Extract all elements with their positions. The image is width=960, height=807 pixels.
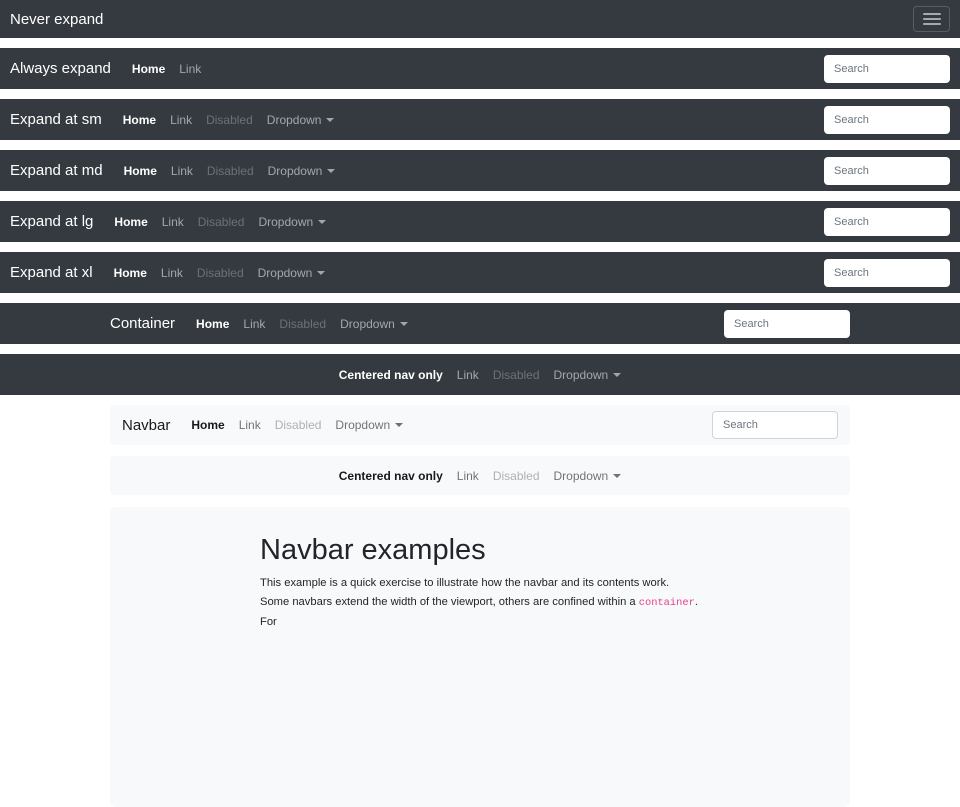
nav-link-home[interactable]: Home <box>117 164 164 178</box>
brand-never-expand[interactable]: Never expand <box>10 11 103 28</box>
brand-expand-xl[interactable]: Expand at xl <box>10 264 93 281</box>
navbar-light: Navbar Home Link Disabled Dropdown <box>110 405 850 445</box>
search-input[interactable] <box>824 157 950 185</box>
brand-navbar[interactable]: Navbar <box>122 417 170 434</box>
nav-link-dropdown[interactable]: Dropdown <box>251 266 333 280</box>
hamburger-icon <box>923 13 941 15</box>
nav-link-link[interactable]: Link <box>236 317 272 331</box>
navbar-expand-xl: Expand at xl Home Link Disabled Dropdown <box>0 252 960 293</box>
nav-link-disabled: Disabled <box>199 113 260 127</box>
nav-links: Home Link Disabled Dropdown <box>116 113 342 127</box>
search-input[interactable] <box>824 106 950 134</box>
nav-links: Centered nav only Link Disabled Dropdown <box>332 368 628 382</box>
caret-down-icon <box>327 169 335 173</box>
search-input[interactable] <box>824 208 950 236</box>
nav-link-dropdown[interactable]: Dropdown <box>260 113 342 127</box>
nav-link-centered-nav-only[interactable]: Centered nav only <box>332 368 450 382</box>
nav-link-home[interactable]: Home <box>107 215 154 229</box>
nav-link-link[interactable]: Link <box>164 164 200 178</box>
nav-link-link[interactable]: Link <box>155 215 191 229</box>
brand-container[interactable]: Container <box>110 315 175 332</box>
nav-links: Centered nav only Link Disabled Dropdown <box>332 469 628 483</box>
nav-link-link[interactable]: Link <box>163 113 199 127</box>
nav-links: Home Link Disabled Dropdown <box>107 266 333 280</box>
nav-link-home[interactable]: Home <box>107 266 154 280</box>
nav-links: Home Link <box>125 62 208 76</box>
nav-link-dropdown[interactable]: Dropdown <box>547 469 629 483</box>
nav-link-home[interactable]: Home <box>189 317 236 331</box>
intro-paragraph: This example is a quick exercise to illu… <box>260 574 700 632</box>
nav-link-dropdown[interactable]: Dropdown <box>328 418 410 432</box>
navbar-centered-dark: Centered nav only Link Disabled Dropdown <box>0 354 960 395</box>
brand-expand-lg[interactable]: Expand at lg <box>10 213 93 230</box>
nav-link-disabled: Disabled <box>272 317 333 331</box>
nav-link-link[interactable]: Link <box>450 469 486 483</box>
inline-code-container: container <box>639 597 695 609</box>
jumbotron-content: Navbar examples This example is a quick … <box>260 533 700 632</box>
caret-down-icon <box>400 322 408 326</box>
brand-expand-sm[interactable]: Expand at sm <box>10 111 102 128</box>
hamburger-icon <box>923 18 941 20</box>
nav-link-disabled: Disabled <box>190 266 251 280</box>
search-input[interactable] <box>724 310 850 338</box>
caret-down-icon <box>613 474 621 478</box>
nav-link-disabled: Disabled <box>200 164 261 178</box>
navbar-container: Container Home Link Disabled Dropdown <box>0 303 960 344</box>
caret-down-icon <box>326 118 334 122</box>
nav-link-disabled: Disabled <box>486 469 547 483</box>
caret-down-icon <box>395 423 403 427</box>
navbar-always-expand: Always expand Home Link <box>0 48 960 89</box>
navbar-toggler-button[interactable] <box>913 6 950 32</box>
nav-links: Home Link Disabled Dropdown <box>117 164 343 178</box>
nav-link-dropdown[interactable]: Dropdown <box>261 164 343 178</box>
nav-link-home[interactable]: Home <box>184 418 231 432</box>
navbar-expand-sm: Expand at sm Home Link Disabled Dropdown <box>0 99 960 140</box>
nav-link-link[interactable]: Link <box>154 266 190 280</box>
nav-links: Home Link Disabled Dropdown <box>184 418 410 432</box>
navbar-expand-lg: Expand at lg Home Link Disabled Dropdown <box>0 201 960 242</box>
nav-links: Home Link Disabled Dropdown <box>107 215 333 229</box>
nav-link-link[interactable]: Link <box>232 418 268 432</box>
nav-link-disabled: Disabled <box>191 215 252 229</box>
caret-down-icon <box>613 373 621 377</box>
page-title: Navbar examples <box>260 533 700 568</box>
search-input[interactable] <box>824 55 950 83</box>
search-input[interactable] <box>824 259 950 287</box>
nav-link-link[interactable]: Link <box>172 62 208 76</box>
search-input[interactable] <box>712 411 838 439</box>
navbar-expand-md: Expand at md Home Link Disabled Dropdown <box>0 150 960 191</box>
nav-link-dropdown[interactable]: Dropdown <box>251 215 333 229</box>
jumbotron: Navbar examples This example is a quick … <box>110 507 850 807</box>
brand-expand-md[interactable]: Expand at md <box>10 162 103 179</box>
caret-down-icon <box>317 271 325 275</box>
nav-link-dropdown[interactable]: Dropdown <box>333 317 415 331</box>
brand-always-expand[interactable]: Always expand <box>10 60 111 77</box>
nav-links: Home Link Disabled Dropdown <box>189 317 415 331</box>
nav-link-disabled: Disabled <box>486 368 547 382</box>
caret-down-icon <box>318 220 326 224</box>
navbar-container-inner: Container Home Link Disabled Dropdown <box>110 303 850 344</box>
nav-link-link[interactable]: Link <box>450 368 486 382</box>
nav-link-home[interactable]: Home <box>116 113 163 127</box>
nav-link-disabled: Disabled <box>268 418 329 432</box>
nav-link-centered-nav-only[interactable]: Centered nav only <box>332 469 450 483</box>
navbar-never-expand: Never expand <box>0 0 960 38</box>
nav-link-dropdown[interactable]: Dropdown <box>547 368 629 382</box>
nav-link-home[interactable]: Home <box>125 62 172 76</box>
navbar-centered-light: Centered nav only Link Disabled Dropdown <box>110 456 850 495</box>
hamburger-icon <box>923 23 941 25</box>
